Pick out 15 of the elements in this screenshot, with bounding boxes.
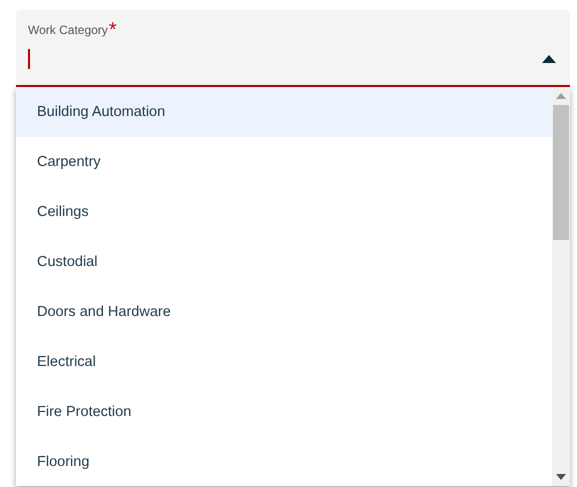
required-mark: * (108, 22, 117, 38)
menu-option[interactable]: Flooring (16, 437, 552, 487)
select-field[interactable]: Work Category* (16, 10, 570, 87)
scroll-down-icon[interactable] (556, 474, 566, 480)
field-label: Work Category (28, 22, 108, 38)
menu-option[interactable]: Carpentry (16, 137, 552, 187)
menu-option[interactable]: Custodial (16, 237, 552, 287)
scrollbar[interactable] (552, 87, 570, 486)
menu-option[interactable]: Doors and Hardware (16, 287, 552, 337)
caret-icon[interactable] (542, 55, 556, 63)
menu-option[interactable]: Building Automation (16, 87, 552, 137)
menu-option[interactable]: Electrical (16, 337, 552, 387)
menu-option[interactable]: Ceilings (16, 187, 552, 237)
menu-option[interactable]: Fire Protection (16, 387, 552, 437)
text-cursor (28, 49, 30, 69)
